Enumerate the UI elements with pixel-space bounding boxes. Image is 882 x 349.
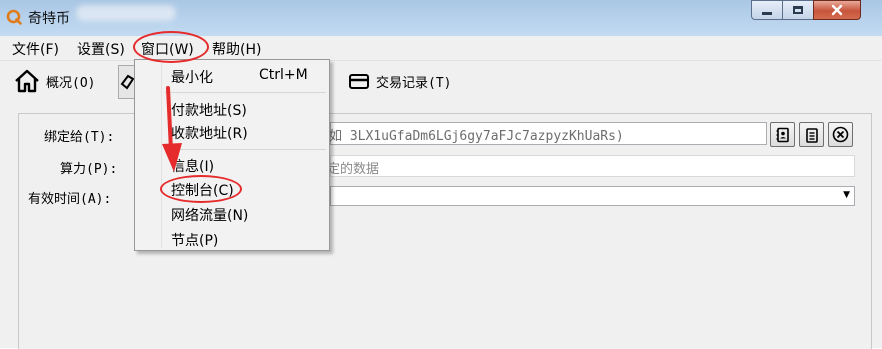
valid-time-select[interactable]: ▼: [330, 186, 855, 206]
menu-item-peers[interactable]: 节点(P): [171, 230, 218, 250]
window-title: 奇特币: [28, 11, 70, 27]
pay-to-placeholder: 如 3LX1uGfaDm6LGj6gy7aFJc7azpyzKhUaRs): [329, 129, 624, 144]
menu-separator: [165, 92, 326, 93]
toolbar: 概况(O) 交易记录(T): [0, 61, 882, 101]
tab-overview[interactable]: 概况(O): [14, 61, 95, 101]
menu-item-information[interactable]: 信息(I): [171, 156, 214, 176]
home-icon: [15, 69, 39, 93]
maximize-button[interactable]: [782, 0, 814, 20]
menu-gutter: [161, 62, 162, 248]
menu-settings[interactable]: 设置(S): [77, 39, 125, 59]
power-label: 算力(P):: [60, 162, 118, 177]
minimize-shortcut: Ctrl+M: [259, 67, 308, 83]
clear-button[interactable]: [828, 122, 853, 147]
close-icon: [831, 4, 843, 16]
menu-separator: [165, 149, 326, 150]
paste-button[interactable]: [799, 122, 824, 147]
menu-help[interactable]: 帮助(H): [212, 39, 261, 59]
valid-time-label: 有效时间(A):: [28, 192, 112, 207]
menu-item-minimize[interactable]: 最小化: [171, 67, 213, 87]
address-book-button[interactable]: [770, 122, 795, 147]
menu-item-network-traffic[interactable]: 网络流量(N): [171, 205, 248, 225]
highlight-ring-window-menu: [133, 31, 209, 63]
highlight-ring-console: [160, 175, 242, 203]
close-button[interactable]: [813, 0, 861, 20]
tab-overview-label: 概况(O): [46, 75, 96, 91]
title-bar: 奇特币: [0, 0, 882, 36]
menu-item-receiving-addresses[interactable]: 收款地址(R): [171, 123, 248, 143]
app-logo-icon: [6, 9, 22, 25]
tab-transactions-label: 交易记录(T): [376, 75, 452, 91]
title-blurred-area: [76, 5, 176, 21]
menu-file[interactable]: 文件(F): [12, 39, 59, 59]
remove-icon: [832, 126, 849, 143]
power-placeholder: 定的数据: [327, 162, 380, 177]
maximize-icon: [793, 6, 803, 14]
app-window: 奇特币 文件(F) 设置(S) 窗口(W) 帮助(H) 概况(O) 交易记录(T…: [0, 0, 882, 349]
menu-item-sending-addresses[interactable]: 付款地址(S): [171, 100, 247, 120]
minimize-icon: [762, 12, 772, 15]
address-book-icon: [776, 127, 789, 142]
clipboard-icon: [805, 127, 818, 143]
pay-to-input[interactable]: 如 3LX1uGfaDm6LGj6gy7aFJc7azpyzKhUaRs): [329, 122, 767, 145]
card-icon: [349, 74, 369, 89]
pay-to-label: 绑定给(T):: [44, 130, 115, 145]
tab-transactions[interactable]: 交易记录(T): [348, 61, 451, 101]
window-menu-dropdown: 最小化 Ctrl+M 付款地址(S) 收款地址(R) 信息(I) 控制台(C) …: [134, 59, 330, 251]
power-input[interactable]: 定的数据: [327, 155, 855, 177]
minimize-button[interactable]: [751, 0, 783, 20]
chevron-down-icon: ▼: [843, 190, 850, 200]
